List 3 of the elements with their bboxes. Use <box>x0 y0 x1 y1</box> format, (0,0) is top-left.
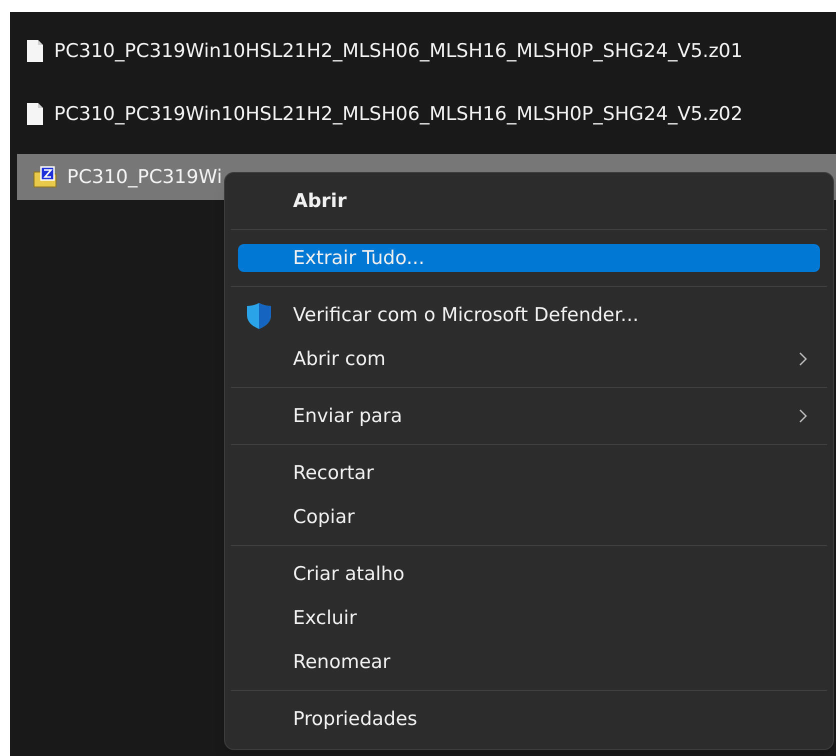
file-name: PC310_PC319Win10HSL21H2_MLSH06_MLSH16_MLSH0P_SHG24_V5.z01 <box>54 38 743 64</box>
file-name: PC310_PC319Win10HSL21H2_MLSH06_MLSH16_MLSH0P_SHG24_V5.z02 <box>54 102 743 127</box>
file-name: PC310_PC319Wi <box>67 164 222 190</box>
